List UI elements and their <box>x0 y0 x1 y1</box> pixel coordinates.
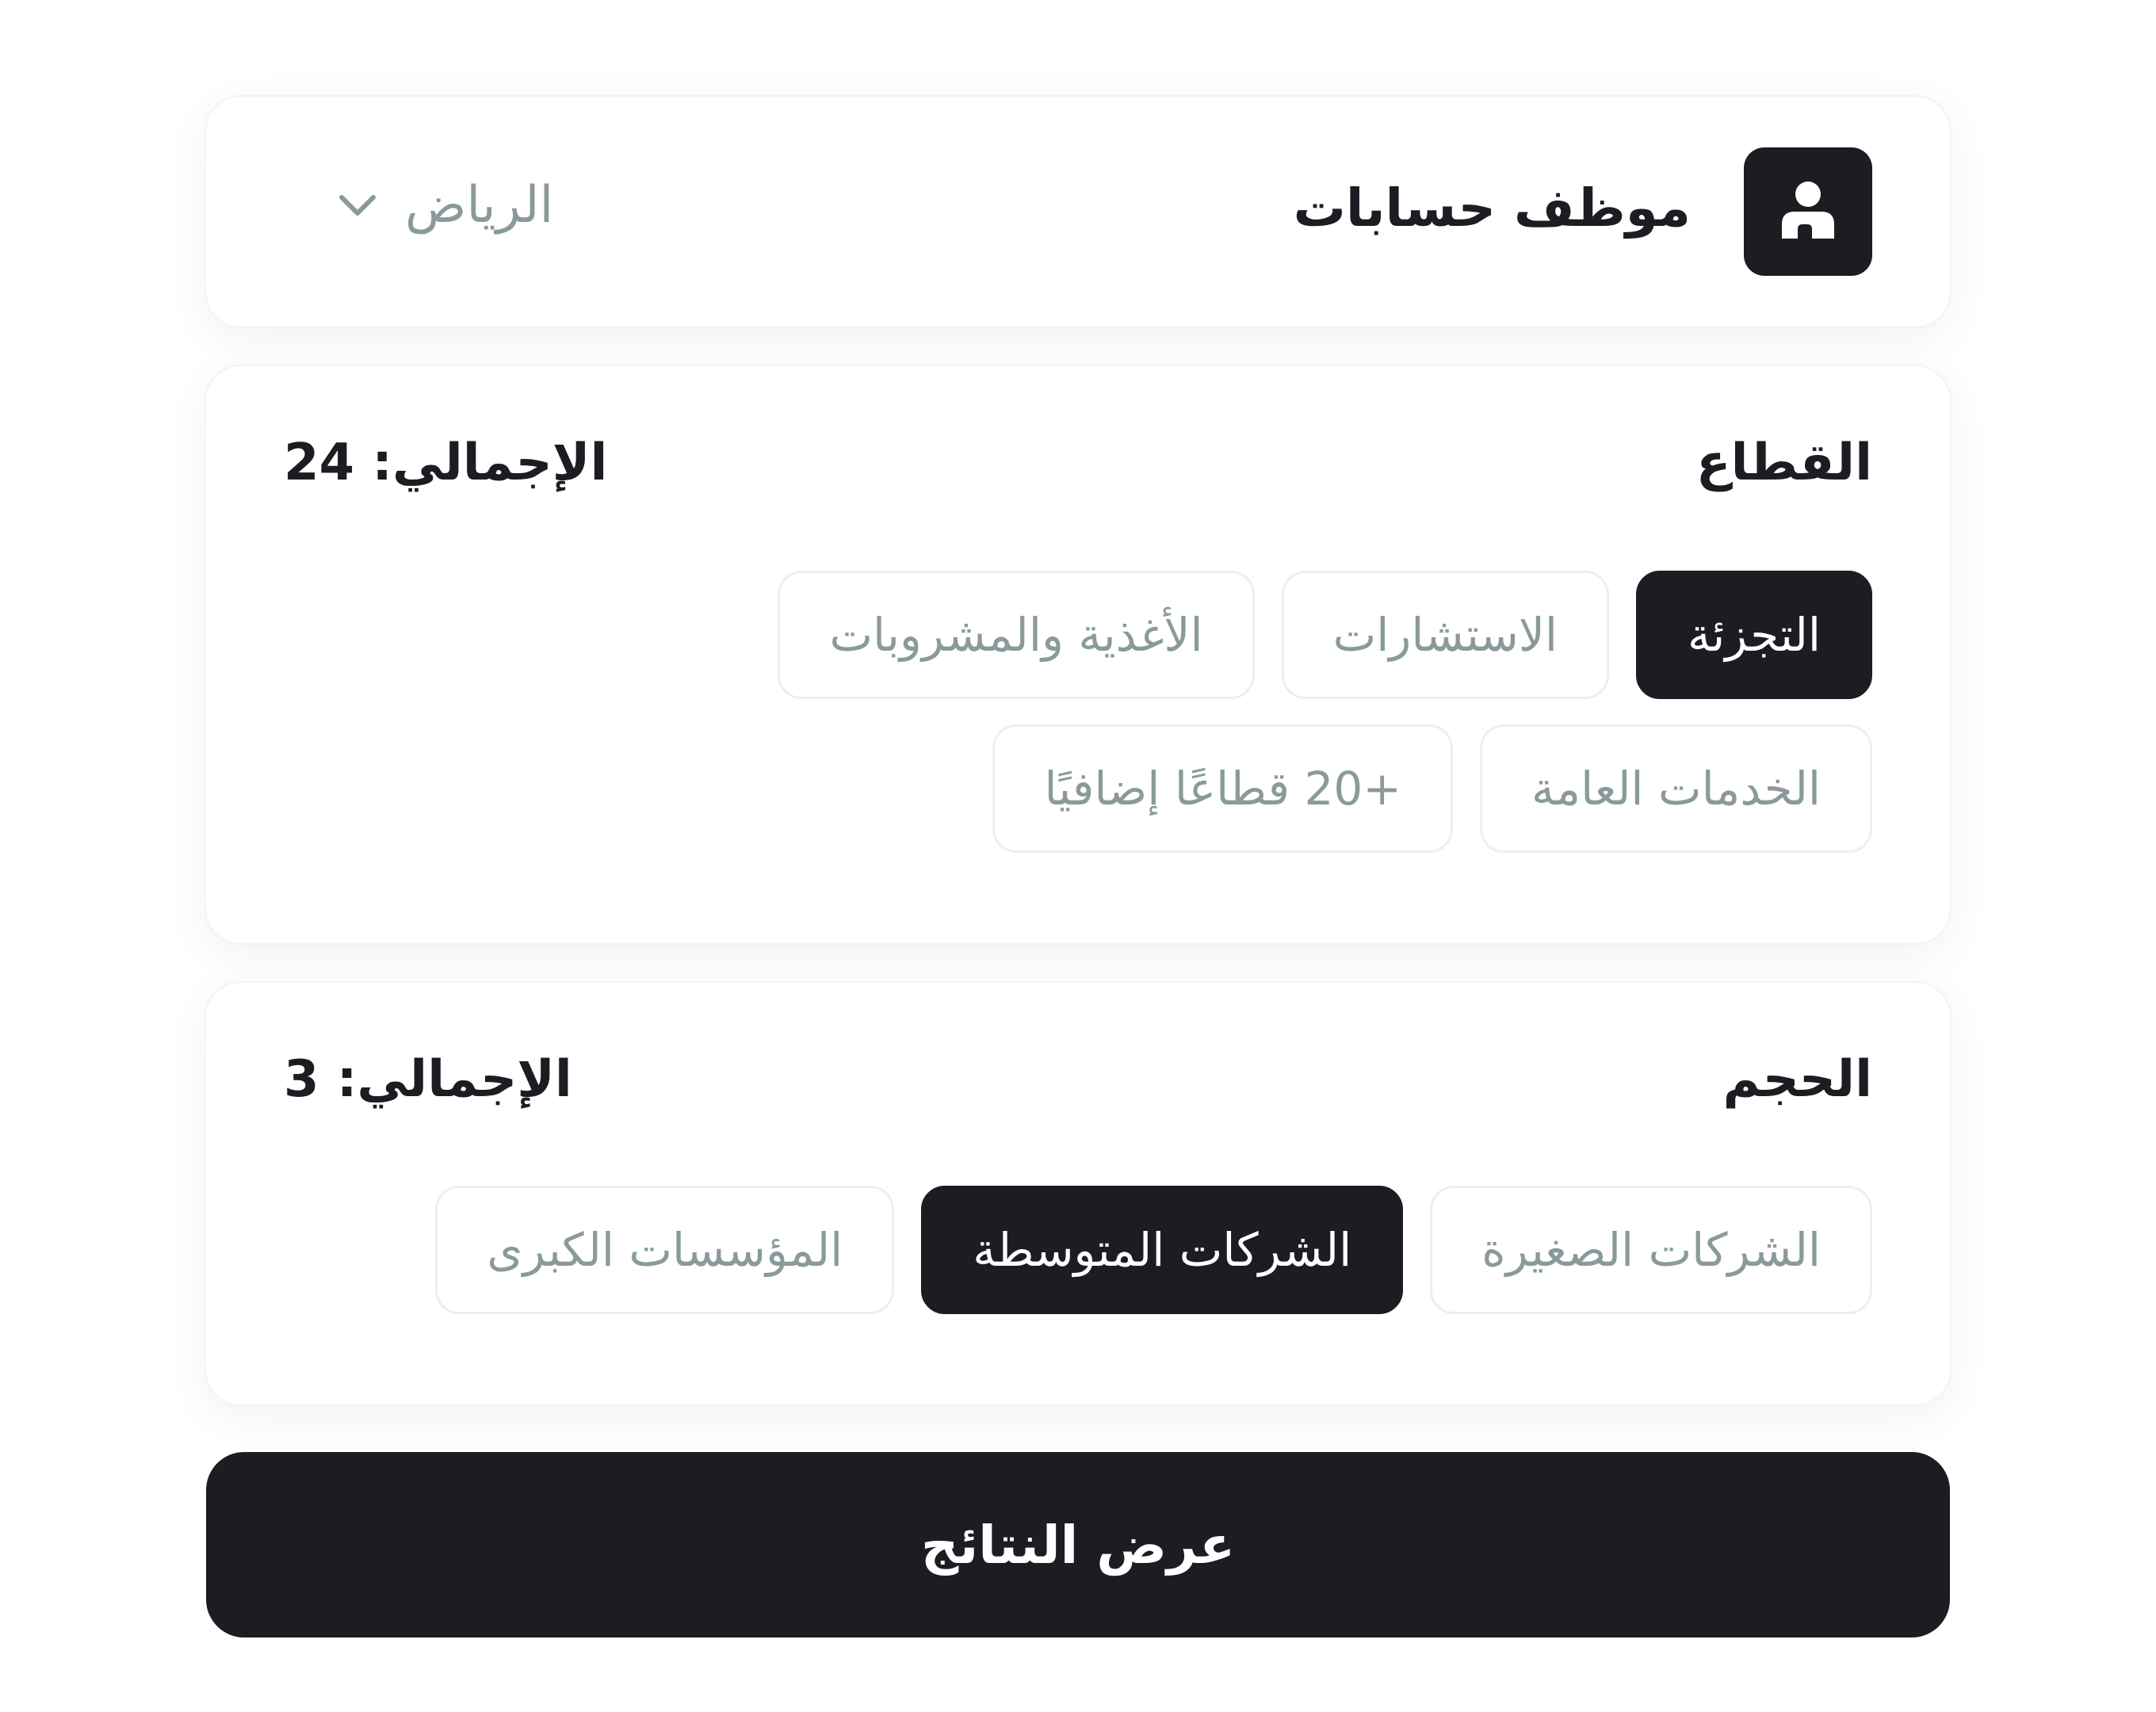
location-dropdown[interactable]: الرياض <box>337 173 553 239</box>
chevron-down-icon <box>337 193 378 220</box>
chip-large-enterprises[interactable]: المؤسسات الكبرى <box>435 1186 895 1314</box>
avatar <box>1744 147 1872 276</box>
chip-consulting[interactable]: الاستشارات <box>1281 571 1610 699</box>
sector-filter-card: القطاع الإجمالي: 24 التجزئة الاستشارات ا… <box>206 366 1950 943</box>
sector-chips-row: التجزئة الاستشارات الأغذية والمشروبات <box>778 571 1872 699</box>
sector-total: الإجمالي: 24 <box>284 434 608 492</box>
chip-more-sectors[interactable]: +20 قطاعًا إضافيًا <box>992 724 1453 853</box>
filter-page: موظف حسابات الرياض القطاع الإجمالي: 24 ا… <box>0 0 2156 1712</box>
size-title: الحجم <box>1722 1050 1872 1109</box>
sector-title: القطاع <box>1695 434 1872 492</box>
chip-small-companies[interactable]: الشركات الصغيرة <box>1430 1186 1872 1314</box>
chip-retail[interactable]: التجزئة <box>1636 571 1872 699</box>
chip-food-beverage[interactable]: الأغذية والمشروبات <box>778 571 1255 699</box>
show-results-button[interactable]: عرض النتائج <box>206 1452 1950 1637</box>
sector-header: القطاع الإجمالي: 24 <box>284 423 1872 503</box>
user-icon <box>1780 180 1836 243</box>
chip-medium-companies[interactable]: الشركات المتوسطة <box>921 1186 1404 1314</box>
size-total: الإجمالي: 3 <box>284 1050 572 1109</box>
sector-chips-row: الخدمات العامة +20 قطاعًا إضافيًا <box>992 724 1872 853</box>
size-header: الحجم الإجمالي: 3 <box>284 1040 1872 1119</box>
location-label: الرياض <box>405 176 554 235</box>
chip-public-services[interactable]: الخدمات العامة <box>1479 724 1872 853</box>
job-card: موظف حسابات الرياض <box>206 97 1950 327</box>
size-chips-row: الشركات الصغيرة الشركات المتوسطة المؤسسا… <box>435 1186 1872 1314</box>
size-filter-card: الحجم الإجمالي: 3 الشركات الصغيرة الشركا… <box>206 983 1950 1404</box>
job-title: موظف حسابات <box>1293 178 1691 239</box>
